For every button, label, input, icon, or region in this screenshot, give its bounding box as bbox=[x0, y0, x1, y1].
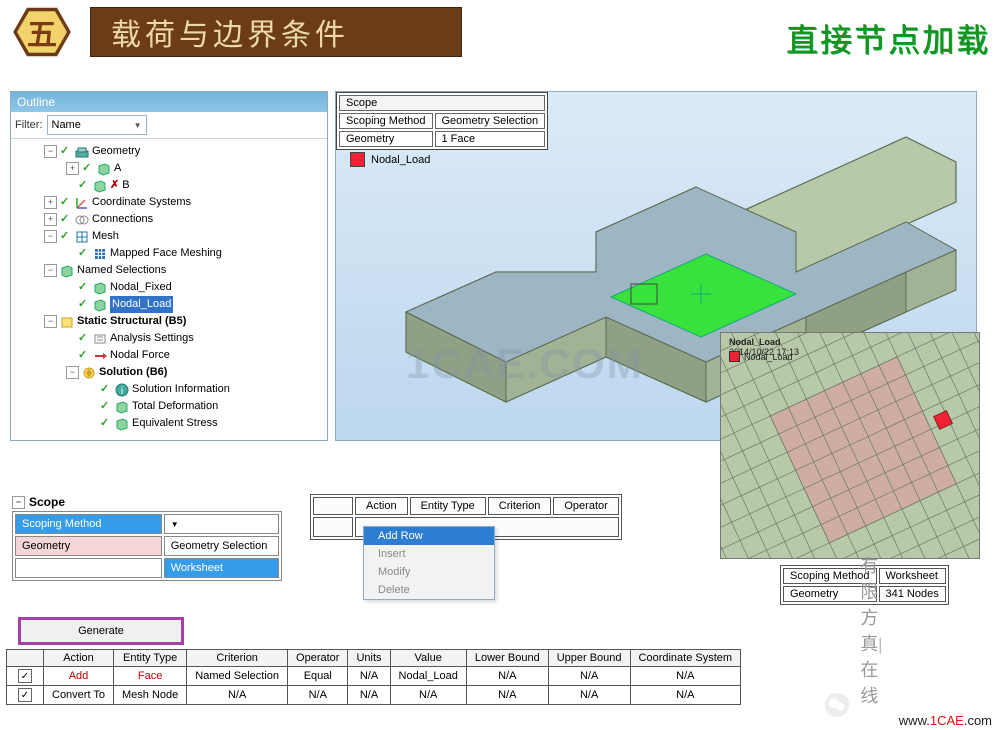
scope-detail-panel: −Scope Scoping Method GeometryGeometry S… bbox=[12, 495, 282, 581]
tree-solution[interactable]: Solution (B6) bbox=[99, 364, 167, 381]
wechat-icon bbox=[824, 692, 850, 718]
tree-analysis-settings[interactable]: Analysis Settings bbox=[110, 330, 194, 347]
generate-button[interactable]: Generate bbox=[18, 617, 184, 645]
filter-dropdown[interactable]: Name bbox=[47, 115, 147, 135]
table-row[interactable]: ✓ Convert To Mesh Node N/A N/A N/A N/A N… bbox=[7, 686, 741, 705]
expand-icon[interactable]: − bbox=[44, 145, 57, 158]
legend-nodal-load: Nodal_Load bbox=[350, 152, 430, 167]
tree-coord[interactable]: Coordinate Systems bbox=[92, 194, 191, 211]
expand-icon[interactable]: − bbox=[66, 366, 79, 379]
context-menu: Add Row Insert Modify Delete bbox=[363, 526, 495, 600]
tree-named-selections[interactable]: Named Selections bbox=[77, 262, 166, 279]
tree-solution-info[interactable]: Solution Information bbox=[132, 381, 230, 398]
tree-equivalent-stress[interactable]: Equivalent Stress bbox=[132, 415, 218, 432]
tree-nodal-force[interactable]: Nodal Force bbox=[110, 347, 170, 364]
scope-table-main: Scope Scoping MethodGeometry Selection G… bbox=[336, 92, 548, 150]
svg-text:i: i bbox=[121, 386, 123, 397]
outline-header: Outline bbox=[11, 92, 327, 112]
scoping-option-worksheet[interactable]: Worksheet bbox=[164, 558, 279, 578]
expand-icon[interactable]: − bbox=[44, 230, 57, 243]
tree-static-structural[interactable]: Static Structural (B5) bbox=[77, 313, 186, 330]
ctx-add-row[interactable]: Add Row bbox=[364, 527, 494, 545]
ctx-insert[interactable]: Insert bbox=[364, 545, 494, 563]
ctx-modify[interactable]: Modify bbox=[364, 563, 494, 581]
tree-mapped[interactable]: Mapped Face Meshing bbox=[110, 245, 222, 262]
expand-icon[interactable]: + bbox=[66, 162, 79, 175]
section-subtitle: 直接节点加载 bbox=[786, 15, 990, 61]
filter-label: Filter: bbox=[15, 119, 43, 131]
outline-tree[interactable]: −✓Geometry +✓A ✓✗B +✓Coordinate Systems … bbox=[11, 139, 327, 436]
section-title-bar: 载荷与边界条件 bbox=[90, 7, 462, 57]
tree-geom-b[interactable]: B bbox=[122, 177, 129, 194]
brand-footer: 有限方真|在线 www.1CAE.com bbox=[899, 713, 992, 728]
watermark: 1CAE.COM bbox=[406, 340, 644, 388]
tree-nodal-load[interactable]: Nodal_Load bbox=[110, 296, 173, 313]
ctx-delete[interactable]: Delete bbox=[364, 581, 494, 599]
table-row[interactable]: ✓ Add Face Named Selection Equal N/A Nod… bbox=[7, 667, 741, 686]
row-checkbox[interactable]: ✓ bbox=[18, 688, 32, 702]
tree-total-deformation[interactable]: Total Deformation bbox=[132, 398, 218, 415]
section-hexagon: 五 bbox=[12, 5, 72, 59]
worksheet-table[interactable]: Action Entity Type Criterion Operator Un… bbox=[6, 649, 741, 705]
info-icon: i bbox=[115, 383, 129, 397]
tree-mesh[interactable]: Mesh bbox=[92, 228, 119, 245]
outline-panel: Outline Filter: Name −✓Geometry +✓A ✓✗B … bbox=[10, 91, 328, 441]
expand-icon[interactable]: + bbox=[44, 196, 57, 209]
row-checkbox[interactable]: ✓ bbox=[18, 669, 32, 683]
tree-nodal-fixed[interactable]: Nodal_Fixed bbox=[110, 279, 172, 296]
scoping-option-geometry[interactable]: Geometry Selection bbox=[164, 536, 279, 556]
collapse-icon[interactable]: − bbox=[12, 496, 25, 509]
expand-icon[interactable]: − bbox=[44, 315, 57, 328]
tree-geom-a[interactable]: A bbox=[114, 160, 121, 177]
tree-connections[interactable]: Connections bbox=[92, 211, 153, 228]
scoping-method-dropdown[interactable] bbox=[164, 514, 279, 534]
expand-icon[interactable]: − bbox=[44, 264, 57, 277]
outline-filter-bar: Filter: Name bbox=[11, 112, 327, 139]
scope-header: Scope bbox=[339, 95, 545, 111]
tree-geometry[interactable]: Geometry bbox=[92, 143, 140, 160]
expand-icon[interactable]: + bbox=[44, 213, 57, 226]
mesh-preview: Nodal_Load2014/10/22 17:13 Nodal_Load bbox=[720, 332, 980, 559]
section-title: 载荷与边界条件 bbox=[111, 10, 349, 54]
